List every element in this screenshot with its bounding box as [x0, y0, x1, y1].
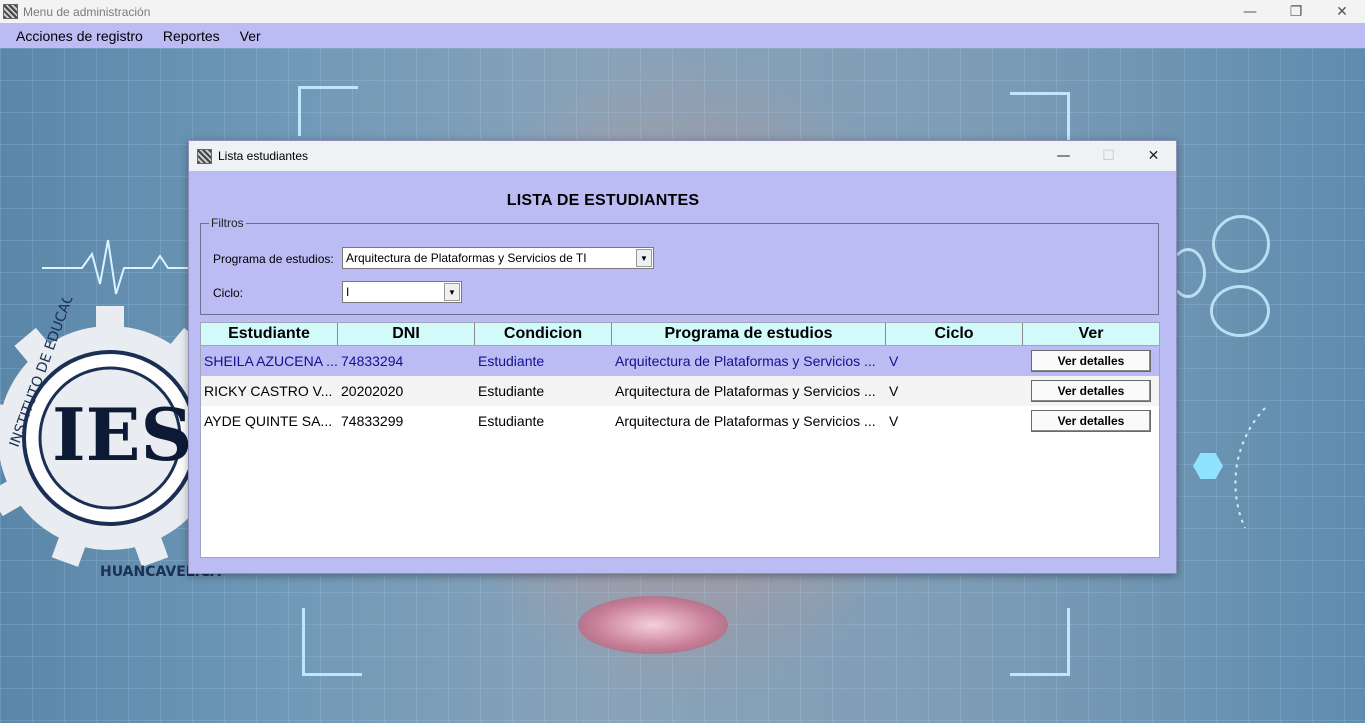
scan-frame-corner — [298, 86, 358, 136]
program-label: Programa de estudios: — [213, 252, 334, 266]
students-table[interactable]: Estudiante DNI Condicion Programa de est… — [200, 322, 1160, 558]
cell-estudiante: SHEILA AZUCENA ... — [204, 353, 338, 369]
ver-detalles-button[interactable]: Ver detalles — [1031, 380, 1151, 402]
cycle-select[interactable]: I ▼ — [342, 281, 462, 303]
cell-programa: Arquitectura de Plataformas y Servicios … — [615, 413, 876, 429]
cell-programa: Arquitectura de Plataformas y Servicios … — [615, 383, 876, 399]
ver-detalles-button[interactable]: Ver detalles — [1031, 410, 1151, 432]
dialog-app-icon — [197, 148, 212, 164]
close-icon[interactable]: ✕ — [1319, 0, 1365, 23]
chevron-down-icon[interactable]: ▼ — [636, 249, 652, 267]
scan-frame-corner — [1010, 92, 1070, 142]
menubar: Acciones de registro Reportes Ver — [0, 23, 1365, 48]
cell-condicion: Estudiante — [478, 413, 545, 429]
main-titlebar: Menu de administración — ❐ ✕ — [0, 0, 1365, 23]
student-list-dialog: Lista estudiantes — ☐ ✕ LISTA DE ESTUDIA… — [188, 140, 1177, 574]
gauge-icon — [1212, 215, 1270, 273]
column-header-programa[interactable]: Programa de estudios — [612, 323, 886, 345]
table-row[interactable]: RICKY CASTRO V... 20202020 Estudiante Ar… — [201, 376, 1159, 406]
cell-estudiante: RICKY CASTRO V... — [204, 383, 333, 399]
chevron-down-icon[interactable]: ▼ — [444, 283, 460, 301]
restore-icon[interactable]: ❐ — [1273, 0, 1319, 23]
cell-ver: Ver detalles — [1023, 410, 1159, 432]
ver-detalles-button[interactable]: Ver detalles — [1031, 350, 1151, 372]
cell-dni: 74833299 — [341, 413, 404, 429]
filters-group: Filtros Programa de estudios: Arquitectu… — [200, 216, 1159, 315]
heartbeat-icon — [42, 239, 192, 295]
cell-dni: 74833294 — [341, 353, 404, 369]
cell-condicion: Estudiante — [478, 353, 545, 369]
gauge-icon — [1210, 285, 1270, 337]
menu-reportes[interactable]: Reportes — [153, 28, 230, 44]
column-header-ver[interactable]: Ver — [1023, 323, 1159, 345]
app-icon — [3, 4, 18, 19]
column-header-dni[interactable]: DNI — [338, 323, 475, 345]
dialog-titlebar[interactable]: Lista estudiantes — ☐ ✕ — [189, 141, 1176, 171]
table-header: Estudiante DNI Condicion Programa de est… — [201, 323, 1159, 346]
menu-ver[interactable]: Ver — [230, 28, 271, 44]
minimize-icon[interactable]: — — [1227, 0, 1273, 23]
table-row[interactable]: SHEILA AZUCENA ... 74833294 Estudiante A… — [201, 346, 1159, 376]
cell-condicion: Estudiante — [478, 383, 545, 399]
cell-ciclo: V — [889, 413, 899, 429]
cycle-label: Ciclo: — [213, 286, 244, 300]
cell-programa: Arquitectura de Plataformas y Servicios … — [615, 353, 876, 369]
cell-estudiante: AYDE QUINTE SA... — [204, 413, 333, 429]
cell-ciclo: V — [889, 353, 899, 369]
main-window-controls: — ❐ ✕ — [1227, 0, 1365, 23]
scan-frame-corner — [302, 608, 362, 676]
dialog-close-icon[interactable]: ✕ — [1131, 141, 1176, 171]
cell-ver: Ver detalles — [1023, 350, 1159, 372]
program-select[interactable]: Arquitectura de Plataformas y Servicios … — [342, 247, 654, 269]
cell-ciclo: V — [889, 383, 899, 399]
cycle-select-value: I — [346, 285, 350, 299]
lips-image — [578, 596, 728, 654]
dialog-controls: — ☐ ✕ — [1041, 141, 1176, 171]
table-row[interactable]: AYDE QUINTE SA... 74833299 Estudiante Ar… — [201, 406, 1159, 436]
dialog-minimize-icon[interactable]: — — [1041, 141, 1086, 171]
menu-acciones-de-registro[interactable]: Acciones de registro — [6, 28, 153, 44]
column-header-ciclo[interactable]: Ciclo — [886, 323, 1023, 345]
cell-dni: 20202020 — [341, 383, 404, 399]
filters-legend: Filtros — [209, 216, 246, 230]
column-header-estudiante[interactable]: Estudiante — [201, 323, 338, 345]
column-header-condicion[interactable]: Condicion — [475, 323, 612, 345]
dotted-arc — [1234, 407, 1266, 529]
scan-frame-corner — [1010, 608, 1070, 676]
program-select-value: Arquitectura de Plataformas y Servicios … — [346, 251, 587, 265]
cell-ver: Ver detalles — [1023, 380, 1159, 402]
dialog-title: Lista estudiantes — [218, 149, 309, 163]
dialog-maximize-icon: ☐ — [1102, 148, 1115, 164]
main-window-title: Menu de administración — [23, 4, 151, 19]
page-title: LISTA DE ESTUDIANTES — [506, 192, 700, 209]
